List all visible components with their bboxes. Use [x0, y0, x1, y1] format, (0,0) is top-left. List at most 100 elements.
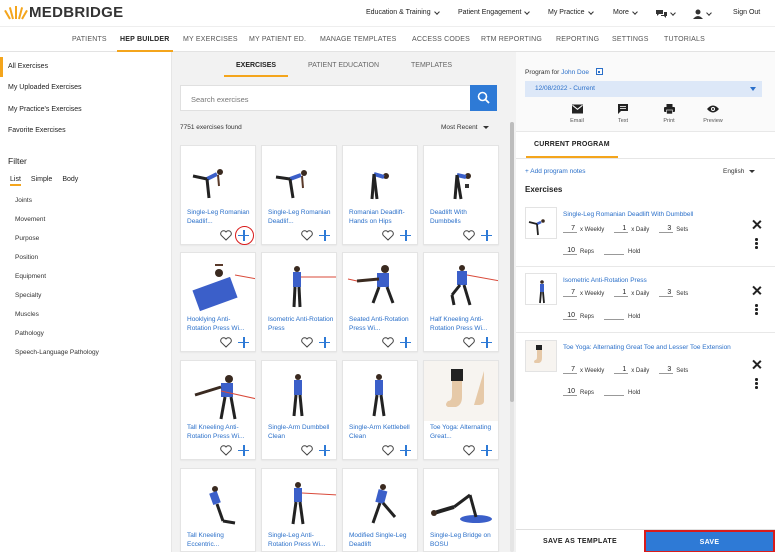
weekly-input[interactable]: 7 — [563, 289, 577, 297]
tab-access-codes[interactable]: ACCESS CODES — [412, 36, 470, 43]
sidebar-item-my-uploaded[interactable]: My Uploaded Exercises — [0, 78, 172, 98]
filter-tab-simple[interactable]: Simple — [31, 176, 52, 186]
exercise-card[interactable]: Seated Anti-Rotation Press Wi... — [342, 252, 418, 352]
exercise-card[interactable]: Hooklying Anti-Rotation Press Wi... — [180, 252, 256, 352]
add-icon[interactable] — [238, 445, 249, 456]
remove-exercise-button[interactable] — [752, 360, 761, 369]
education-training-menu[interactable]: Education & Training — [366, 8, 440, 16]
exercise-card[interactable]: Half Kneeling Anti-Rotation Press Wi... — [423, 252, 499, 352]
sidebar-item-favorites[interactable]: Favorite Exercises — [0, 121, 172, 141]
exercise-title[interactable]: Seated Anti-Rotation Press Wi... — [349, 315, 415, 333]
exercise-card[interactable]: Single-Leg Anti-Rotation Press Wi... — [261, 468, 337, 552]
heart-icon[interactable] — [301, 337, 313, 348]
more-options-icon[interactable] — [755, 378, 758, 390]
add-icon[interactable] — [319, 445, 330, 456]
exercise-card[interactable]: Isometric Anti-Rotation Press — [261, 252, 337, 352]
reps-input[interactable]: 10 — [563, 388, 577, 396]
add-icon[interactable] — [481, 230, 492, 241]
sort-dropdown[interactable]: Most Recent — [441, 124, 489, 131]
exercise-title[interactable]: Single-Leg Bridge on BOSU — [430, 531, 496, 549]
account-menu[interactable] — [693, 9, 712, 19]
exercise-card[interactable]: Toe Yoga: Alternating Great... — [423, 360, 499, 460]
remove-exercise-button[interactable] — [752, 286, 761, 295]
hold-input[interactable] — [604, 311, 625, 320]
tab-patients[interactable]: PATIENTS — [72, 36, 107, 43]
messages-menu[interactable] — [656, 9, 676, 18]
tab-patient-education[interactable]: PATIENT EDUCATION — [308, 62, 379, 69]
heart-icon[interactable] — [463, 337, 475, 348]
tab-rtm-reporting[interactable]: RTM REPORTING — [481, 36, 542, 43]
tab-reporting[interactable]: REPORTING — [556, 36, 599, 43]
weekly-input[interactable]: 7 — [563, 225, 577, 233]
preview-action[interactable]: Preview — [698, 104, 728, 124]
facet-position[interactable]: Position — [15, 254, 38, 261]
tab-manage-templates[interactable]: MANAGE TEMPLATES — [320, 36, 396, 43]
sidebar-item-all-exercises[interactable]: All Exercises — [0, 57, 172, 77]
tab-templates[interactable]: TEMPLATES — [411, 62, 452, 69]
qr-code-icon[interactable] — [595, 68, 603, 75]
more-options-icon[interactable] — [755, 304, 758, 316]
email-action[interactable]: Email — [562, 104, 592, 124]
tab-hep-builder[interactable]: HEP BUILDER — [117, 36, 173, 52]
more-menu[interactable]: More — [613, 8, 638, 16]
heart-icon[interactable] — [382, 230, 394, 241]
exercise-title[interactable]: Hooklying Anti-Rotation Press Wi... — [187, 315, 253, 333]
program-exercise-title[interactable]: Toe Yoga: Alternating Great Toe and Less… — [563, 343, 733, 352]
sets-input[interactable]: 3 — [659, 289, 674, 297]
text-action[interactable]: Text — [608, 104, 638, 124]
facet-equipment[interactable]: Equipment — [15, 273, 46, 280]
exercise-card[interactable]: Single-Leg Romanian Deadlif... — [261, 145, 337, 245]
exercise-card[interactable]: Modified Single-Leg Deadlift — [342, 468, 418, 552]
sets-input[interactable]: 3 — [659, 366, 674, 374]
tab-exercises[interactable]: EXERCISES — [223, 62, 289, 77]
exercise-title[interactable]: Half Kneeling Anti-Rotation Press Wi... — [430, 315, 496, 333]
reps-input[interactable]: 10 — [563, 312, 577, 320]
tab-my-patient-ed[interactable]: MY PATIENT ED. — [249, 36, 306, 43]
tab-settings[interactable]: SETTINGS — [612, 36, 649, 43]
save-as-template-button[interactable]: SAVE AS TEMPLATE — [516, 530, 644, 552]
heart-icon[interactable] — [382, 337, 394, 348]
hold-input[interactable] — [604, 387, 625, 396]
scrollbar-thumb[interactable] — [510, 122, 514, 402]
add-icon[interactable] — [400, 445, 411, 456]
heart-icon[interactable] — [382, 445, 394, 456]
exercise-title[interactable]: Romanian Deadlift- Hands on Hips — [349, 208, 415, 226]
save-button[interactable]: SAVE — [644, 530, 775, 552]
add-program-notes-link[interactable]: + Add program notes — [525, 168, 586, 175]
search-button[interactable] — [470, 85, 497, 111]
exercise-card[interactable]: Deadlift With Dumbbells — [423, 145, 499, 245]
exercise-card[interactable]: Romanian Deadlift- Hands on Hips — [342, 145, 418, 245]
add-icon[interactable] — [481, 445, 492, 456]
sidebar-item-my-practice[interactable]: My Practice's Exercises — [0, 100, 172, 120]
exercise-card[interactable]: Single-Arm Dumbbell Clean — [261, 360, 337, 460]
language-select[interactable]: English — [723, 168, 756, 175]
heart-icon[interactable] — [301, 230, 313, 241]
exercise-card[interactable]: Single-Leg Bridge on BOSU — [423, 468, 499, 552]
daily-input[interactable]: 1 — [614, 225, 629, 233]
hold-input[interactable] — [604, 246, 625, 255]
patient-name-link[interactable]: John Doe — [561, 69, 589, 76]
add-icon[interactable] — [481, 337, 492, 348]
facet-speech-language[interactable]: Speech-Language Pathology — [15, 349, 99, 356]
search-input[interactable]: Search exercises — [191, 95, 249, 104]
heart-icon[interactable] — [301, 445, 313, 456]
add-icon[interactable] — [400, 230, 411, 241]
add-icon[interactable] — [319, 230, 330, 241]
exercise-title[interactable]: Single-Arm Dumbbell Clean — [268, 423, 334, 441]
more-options-icon[interactable] — [755, 238, 758, 250]
heart-icon[interactable] — [463, 230, 475, 241]
heart-icon[interactable] — [463, 445, 475, 456]
exercise-title[interactable]: Toe Yoga: Alternating Great... — [430, 423, 496, 441]
exercise-card[interactable]: Tall Kneeling Eccentric... — [180, 468, 256, 552]
exercise-title[interactable]: Tall Kneeling Anti-Rotation Press Wi... — [187, 423, 253, 441]
heart-icon[interactable] — [220, 445, 232, 456]
add-icon[interactable] — [400, 337, 411, 348]
exercise-card[interactable]: Tall Kneeling Anti-Rotation Press Wi... — [180, 360, 256, 460]
patient-engagement-menu[interactable]: Patient Engagement — [458, 8, 531, 16]
tab-current-program[interactable]: CURRENT PROGRAM — [526, 141, 618, 158]
heart-icon[interactable] — [220, 230, 232, 241]
facet-specialty[interactable]: Specialty — [15, 292, 41, 299]
daily-input[interactable]: 1 — [614, 366, 629, 374]
facet-pathology[interactable]: Pathology — [15, 330, 44, 337]
exercise-title[interactable]: Single-Leg Anti-Rotation Press Wi... — [268, 531, 334, 549]
